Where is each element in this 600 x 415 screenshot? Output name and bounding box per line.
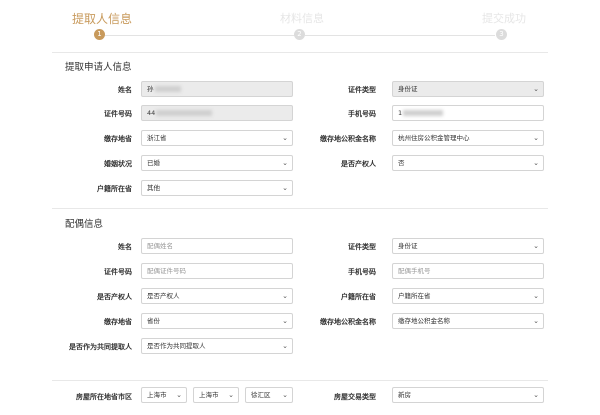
spouse-phone-label: 手机号码	[348, 268, 376, 276]
chevron-down-icon: ⌄	[282, 184, 288, 192]
step-3-label: 提交成功	[482, 12, 526, 25]
masked-text	[156, 110, 213, 116]
applicant-property-owner-select[interactable]: 否 ⌄	[392, 155, 544, 171]
spouse-id-type-label: 证件类型	[348, 243, 376, 251]
chevron-down-icon: ⌄	[282, 391, 288, 399]
applicant-household-select[interactable]: 其他 ⌄	[141, 180, 293, 196]
applicant-phone-label: 手机号码	[348, 110, 376, 118]
applicant-phone-input[interactable]: 1	[392, 105, 544, 121]
spouse-id-number-label: 证件号码	[104, 268, 132, 276]
spouse-co-extractor-select[interactable]: 是否作为共同提取人 ⌄	[141, 338, 293, 354]
applicant-deposit-province-select[interactable]: 浙江省 ⌄	[141, 130, 293, 146]
applicant-section-title: 提取申请人信息	[65, 62, 132, 73]
chevron-down-icon: ⌄	[282, 134, 288, 142]
spouse-household-select[interactable]: 户籍所在省 ⌄	[392, 288, 544, 304]
applicant-property-owner-label: 是否产权人	[341, 160, 376, 168]
step-indicator: 提取人信息 材料信息 提交成功 1 2 3	[0, 0, 600, 50]
spouse-property-owner-label: 是否产权人	[97, 293, 132, 301]
applicant-id-type-label: 证件类型	[348, 86, 376, 94]
spouse-section-title: 配偶信息	[65, 219, 104, 230]
spouse-property-owner-select[interactable]: 是否产权人 ⌄	[141, 288, 293, 304]
chevron-down-icon: ⌄	[282, 159, 288, 167]
spouse-name-input[interactable]: 配偶姓名	[141, 238, 293, 254]
spouse-household-label: 户籍所在省	[341, 293, 376, 301]
applicant-deposit-province-label: 缴存地省	[104, 135, 132, 143]
applicant-id-number-label: 证件号码	[104, 110, 132, 118]
step-2-label: 材料信息	[280, 12, 324, 25]
applicant-id-type-select: 身份证 ⌄	[392, 81, 544, 97]
section-divider	[52, 380, 548, 381]
chevron-down-icon: ⌄	[282, 292, 288, 300]
spouse-id-type-select[interactable]: 身份证 ⌄	[392, 238, 544, 254]
spouse-deposit-province-select[interactable]: 省份 ⌄	[141, 313, 293, 329]
chevron-down-icon: ⌄	[533, 242, 539, 250]
chevron-down-icon: ⌄	[176, 391, 182, 399]
applicant-household-label: 户籍所在省	[97, 185, 132, 193]
step-connector-2	[305, 35, 495, 36]
chevron-down-icon: ⌄	[533, 391, 539, 399]
spouse-phone-input[interactable]: 配偶手机号	[392, 263, 544, 279]
property-trade-type-select[interactable]: 新房 ⌄	[392, 387, 544, 403]
step-1-dot: 1	[94, 29, 105, 40]
spouse-fund-center-label: 缴存地公积金名称	[320, 318, 376, 326]
chevron-down-icon: ⌄	[533, 159, 539, 167]
chevron-down-icon: ⌄	[282, 342, 288, 350]
applicant-marital-select[interactable]: 已婚 ⌄	[141, 155, 293, 171]
chevron-down-icon: ⌄	[533, 134, 539, 142]
step-1-label: 提取人信息	[72, 12, 133, 26]
step-2-dot: 2	[294, 29, 305, 40]
step-3-dot: 3	[496, 29, 507, 40]
chevron-down-icon: ⌄	[533, 292, 539, 300]
chevron-down-icon: ⌄	[533, 317, 539, 325]
spouse-name-label: 姓名	[118, 243, 132, 251]
property-trade-type-label: 房屋交易类型	[334, 393, 376, 401]
spouse-fund-center-select[interactable]: 缴存地公积金名称 ⌄	[392, 313, 544, 329]
spouse-deposit-province-label: 缴存地省	[104, 318, 132, 326]
masked-text	[403, 110, 444, 116]
step-connector-1	[105, 35, 295, 36]
section-divider	[52, 208, 548, 209]
property-region-label: 房屋所在地省市区	[76, 393, 132, 401]
applicant-fund-center-label: 缴存地公积金名称	[320, 135, 376, 143]
property-city-select[interactable]: 上海市 ⌄	[193, 387, 239, 403]
applicant-id-number-field: 44	[141, 105, 293, 121]
spouse-id-number-input[interactable]: 配偶证件号码	[141, 263, 293, 279]
applicant-name-label: 姓名	[118, 86, 132, 94]
applicant-name-field: 孙	[141, 81, 293, 97]
chevron-down-icon: ⌄	[533, 85, 539, 93]
property-district-select[interactable]: 徐汇区 ⌄	[245, 387, 293, 403]
section-divider	[52, 52, 548, 53]
applicant-marital-label: 婚姻状况	[104, 160, 132, 168]
applicant-fund-center-select[interactable]: 杭州住房公积金管理中心 ⌄	[392, 130, 544, 146]
property-province-select[interactable]: 上海市 ⌄	[141, 387, 187, 403]
spouse-co-extractor-label: 是否作为共同提取人	[69, 343, 132, 351]
masked-text	[154, 86, 181, 92]
chevron-down-icon: ⌄	[228, 391, 234, 399]
chevron-down-icon: ⌄	[282, 317, 288, 325]
